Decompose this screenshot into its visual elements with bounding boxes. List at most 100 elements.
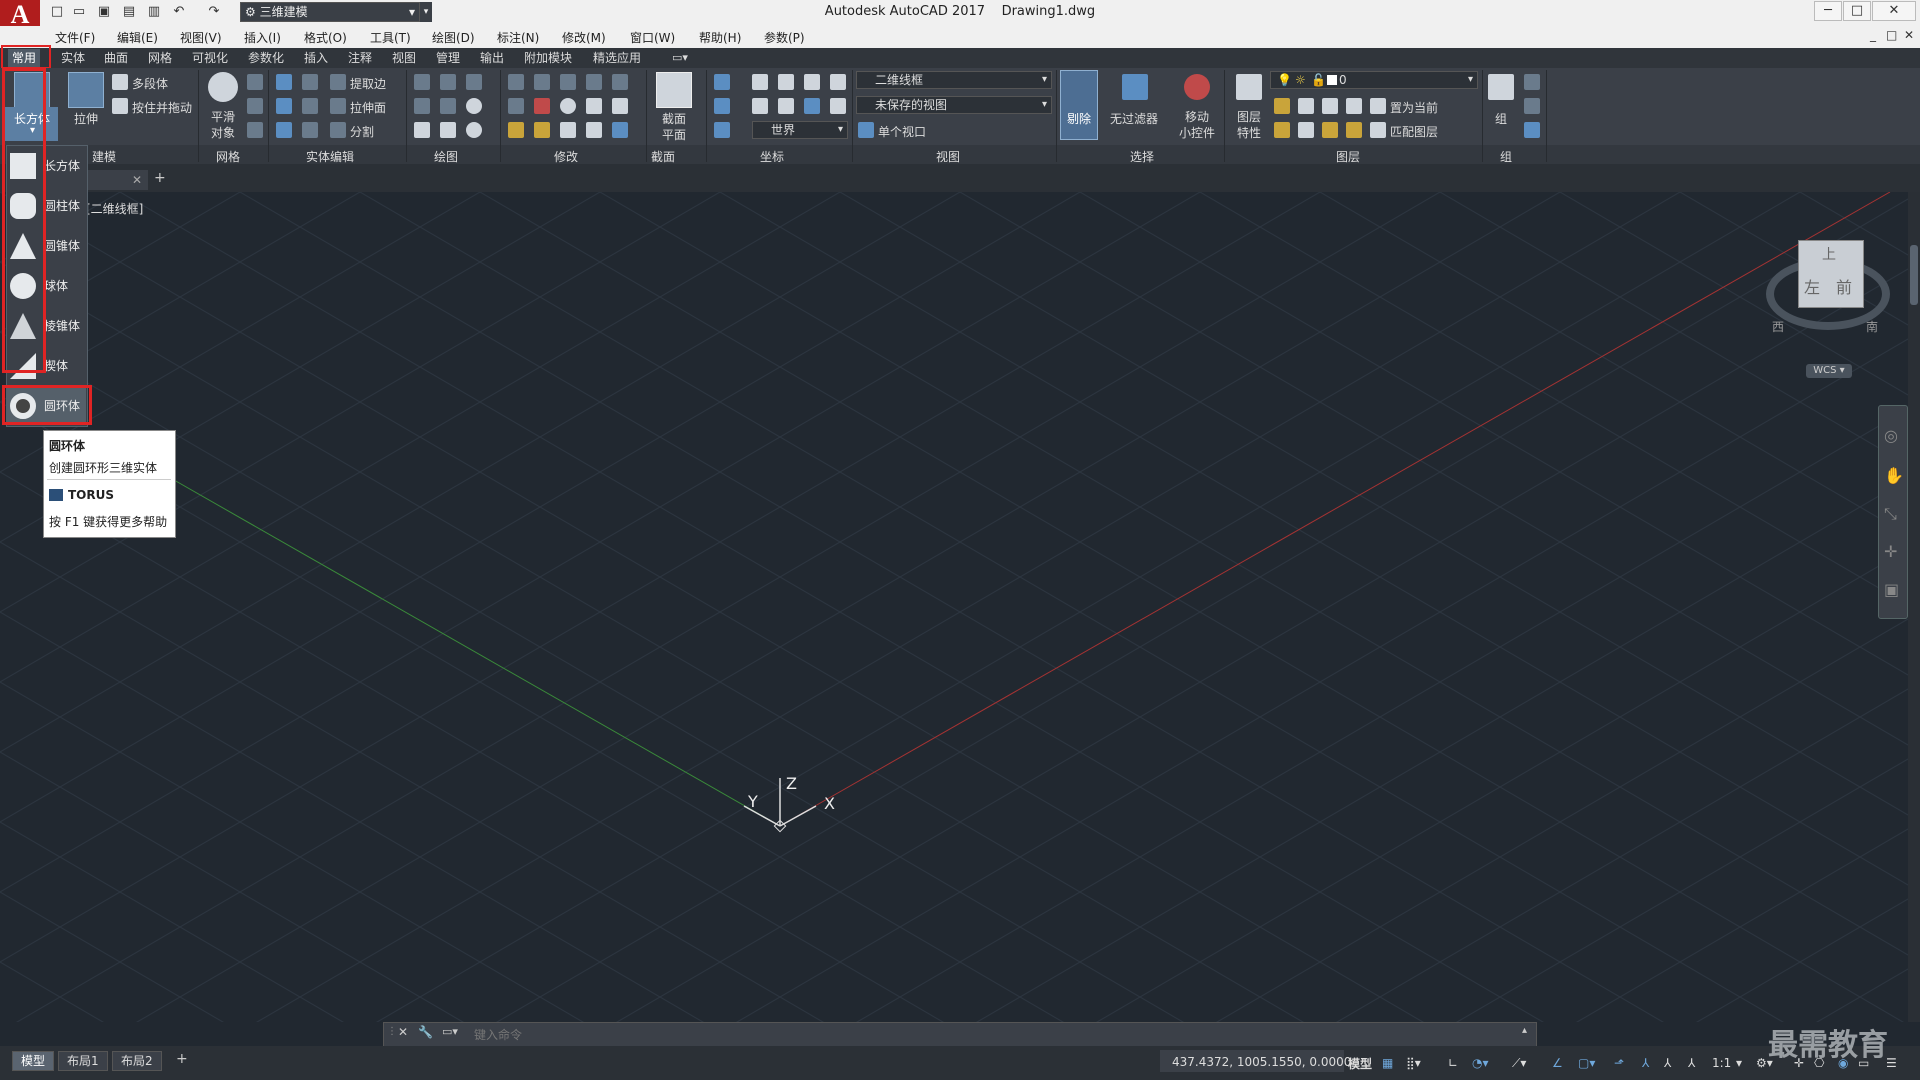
ortho-icon[interactable]: ∟ — [1448, 1056, 1458, 1072]
panel-title-view[interactable]: 视图 — [936, 148, 960, 165]
viewcube-left[interactable]: 左 — [1804, 274, 1820, 298]
solid-edit-icon[interactable] — [302, 122, 318, 138]
solid-edit-icon[interactable] — [302, 74, 318, 90]
spline-icon[interactable] — [414, 98, 430, 114]
union-icon[interactable] — [276, 74, 292, 90]
viewcube-top[interactable]: 上 — [1822, 244, 1836, 264]
mesh-tool-icon[interactable] — [247, 74, 263, 90]
grid-icon[interactable]: ▦ — [1382, 1056, 1393, 1072]
selection-cycling-icon[interactable]: ⅄ — [1642, 1056, 1649, 1072]
wcs-menu-button[interactable]: WCS ▾ — [1806, 364, 1852, 378]
align-icon[interactable] — [586, 122, 602, 138]
tab-output[interactable]: 输出 — [476, 49, 508, 67]
model-space-button[interactable]: 模型 — [1348, 1055, 1372, 1071]
solid-edit-icon[interactable] — [302, 98, 318, 114]
viewport-controls-label[interactable]: [二维线框] — [86, 200, 143, 217]
panel-title-layers[interactable]: 图层 — [1336, 148, 1360, 165]
tab-solid[interactable]: 实体 — [57, 49, 89, 67]
layer-tool-icon[interactable] — [1346, 122, 1362, 138]
ucs-tool-icon[interactable] — [778, 98, 794, 114]
panel-title-draw[interactable]: 绘图 — [434, 148, 458, 165]
layout-tab-model[interactable]: 模型 — [12, 1051, 55, 1071]
stretch-icon[interactable] — [560, 122, 576, 138]
menu-modify[interactable]: 修改(M) — [562, 29, 606, 46]
extract-edges-label[interactable]: 提取边 — [350, 75, 386, 92]
tab-surface[interactable]: 曲面 — [100, 49, 132, 67]
group-selection-icon[interactable] — [1524, 122, 1540, 138]
group-tool-icon[interactable] — [1524, 98, 1540, 114]
menu-file[interactable]: 文件(F) — [55, 29, 95, 46]
menu-window[interactable]: 窗口(W) — [630, 29, 675, 46]
layout-tab-layout2[interactable]: 布局2 — [112, 1051, 162, 1071]
ucs-world-dropdown[interactable]: 世界 ▾ — [752, 121, 848, 139]
ellipse-icon[interactable] — [466, 122, 482, 138]
new-tab-plus-icon[interactable]: + — [154, 170, 166, 186]
layer-tool-icon[interactable] — [1322, 122, 1338, 138]
close-button[interactable]: ✕ — [1872, 1, 1916, 21]
coordinates-readout[interactable]: 437.4372, 1005.1550, 0.0000 — [1172, 1055, 1351, 1071]
polysolid-icon[interactable] — [112, 74, 128, 90]
menu-help[interactable]: 帮助(H) — [699, 29, 741, 46]
pan-hand-icon[interactable]: ✋ — [1884, 466, 1904, 485]
mesh-tool-icon[interactable] — [247, 122, 263, 138]
group-tool-icon[interactable] — [1524, 74, 1540, 90]
viewcube-south[interactable]: 南 — [1866, 318, 1878, 335]
array-icon[interactable] — [612, 122, 628, 138]
trim-icon[interactable] — [612, 74, 628, 90]
menu-format[interactable]: 格式(O) — [304, 29, 347, 46]
tab-mesh[interactable]: 网格 — [144, 49, 176, 67]
layout-tab-layout1[interactable]: 布局1 — [58, 1051, 108, 1071]
fillet-icon[interactable] — [508, 98, 524, 114]
layer-dropdown[interactable]: 💡 ☼ 🔓 0 ▾ — [1270, 71, 1478, 89]
menu-tools[interactable]: 工具(T) — [370, 29, 411, 46]
ucs-icon[interactable] — [714, 98, 730, 114]
polygon-icon[interactable] — [414, 122, 430, 138]
gizmo-icon[interactable] — [1184, 74, 1210, 100]
panel-title-coordinates[interactable]: 坐标 — [760, 148, 784, 165]
smooth-object-icon[interactable] — [208, 72, 238, 102]
doc-close-button[interactable]: ✕ — [1904, 28, 1914, 42]
menu-draw[interactable]: 绘图(D) — [432, 29, 475, 46]
viewport-config-icon[interactable] — [858, 122, 874, 138]
zoom-icon[interactable]: ⤡ — [1884, 504, 1897, 524]
group-icon[interactable] — [1488, 74, 1514, 100]
panel-title-section[interactable]: 截面 — [651, 148, 675, 165]
ucs-tool-icon[interactable] — [778, 74, 794, 90]
tab-parametric[interactable]: 参数化 — [244, 49, 288, 67]
3d-mirror-icon[interactable] — [534, 98, 550, 114]
erase-icon[interactable] — [508, 122, 524, 138]
presspull-icon[interactable] — [112, 98, 128, 114]
extrude-icon[interactable] — [68, 72, 104, 108]
polyline-icon[interactable] — [414, 74, 430, 90]
ucs-tool-icon[interactable] — [830, 98, 846, 114]
panel-title-modeling[interactable]: 建模 — [92, 148, 116, 165]
ucs-tool-icon[interactable] — [804, 74, 820, 90]
match-layer-label[interactable]: 匹配图层 — [1390, 123, 1438, 140]
recent-commands-icon[interactable]: ▭▾ — [442, 1025, 458, 1038]
wrench-icon[interactable]: 🔧 — [418, 1025, 433, 1039]
object-snap-icon[interactable]: ▢▾ — [1578, 1056, 1595, 1072]
layer-tool-icon[interactable] — [1346, 98, 1362, 114]
make-current-label[interactable]: 置为当前 — [1390, 99, 1438, 116]
snap-icon[interactable]: ⣿▾ — [1406, 1056, 1421, 1072]
viewcube-front[interactable]: 前 — [1836, 274, 1852, 298]
ribbon-minimize-toggle[interactable]: ▭▾ — [672, 51, 688, 64]
intersect-icon[interactable] — [276, 122, 292, 138]
layer-tool-icon[interactable] — [1274, 122, 1290, 138]
copy-icon[interactable] — [586, 98, 602, 114]
circle-icon[interactable] — [466, 98, 482, 114]
arc-icon[interactable] — [466, 74, 482, 90]
viewport-config-label[interactable]: 单个视口 — [878, 123, 926, 140]
panel-title-mesh[interactable]: 网格 — [216, 148, 240, 165]
new-layout-plus-icon[interactable]: + — [176, 1051, 188, 1067]
auto-scale-icon[interactable]: ⅄ — [1688, 1056, 1695, 1072]
move-icon[interactable] — [560, 74, 576, 90]
line-icon[interactable] — [440, 74, 456, 90]
offset-icon[interactable] — [612, 98, 628, 114]
vertical-scrollbar[interactable] — [1908, 192, 1920, 1022]
menu-view[interactable]: 视图(V) — [180, 29, 222, 46]
tab-featured-apps[interactable]: 精选应用 — [589, 49, 645, 67]
ucs-tool-icon[interactable] — [804, 98, 820, 114]
ucs-tool-icon[interactable] — [752, 74, 768, 90]
doc-minimize-button[interactable]: _ — [1870, 28, 1876, 42]
